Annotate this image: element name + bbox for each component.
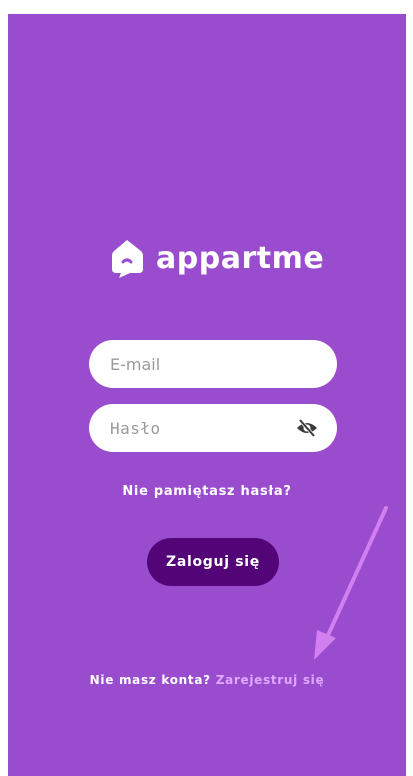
password-field[interactable] (89, 404, 337, 452)
signup-prompt-text: Nie masz konta? (89, 673, 211, 687)
eye-slash-icon[interactable] (295, 416, 319, 440)
password-input[interactable] (110, 418, 295, 438)
email-field[interactable] (89, 340, 337, 388)
login-button[interactable]: Zaloguj się (147, 538, 279, 586)
login-screen: appartme Nie pamiętasz hasła? Zaloguj si… (8, 14, 406, 776)
pointer-arrow-icon (314, 506, 388, 660)
house-icon (110, 238, 144, 278)
forgot-password-link[interactable]: Nie pamiętasz hasła? (8, 484, 406, 499)
app-logo: appartme (110, 232, 324, 284)
signup-prompt: Nie masz konta? Zarejestruj się (8, 673, 406, 687)
signup-link[interactable]: Zarejestruj się (216, 673, 325, 687)
app-name: appartme (156, 240, 325, 276)
email-input[interactable] (110, 354, 319, 374)
